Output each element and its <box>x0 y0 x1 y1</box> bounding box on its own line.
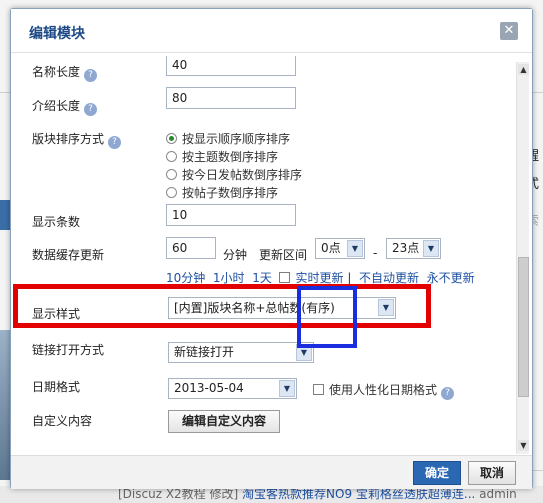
ok-button[interactable]: 确定 <box>413 461 461 485</box>
scroll-up-icon[interactable]: ▲ <box>518 64 529 75</box>
no-auto-update-link[interactable]: 不自动更新 <box>359 271 419 285</box>
cache-minutes-input[interactable]: 60 <box>166 237 216 259</box>
help-icon[interactable]: ? <box>84 103 98 116</box>
dialog-titlebar: 编辑模块 ✕ <box>11 9 532 53</box>
radio-icon[interactable] <box>166 169 177 180</box>
dialog-footer: 确定 取消 <box>11 455 532 489</box>
red-highlight-box <box>13 284 431 328</box>
quick-link-1day[interactable]: 1天 <box>252 271 272 285</box>
intro-length-input[interactable]: 80 <box>166 87 296 109</box>
range-to-select[interactable]: 23点 ▼ <box>386 238 441 259</box>
dialog-content: 名称长度? 40 介绍长度? 80 版块排序方式? 按显示顺序顺序排序 按主题数… <box>11 54 516 454</box>
sort-option[interactable]: 按显示顺序顺序排序 <box>166 130 290 147</box>
count-input[interactable]: 10 <box>166 204 296 226</box>
date-format-label: 日期格式 <box>32 380 81 394</box>
never-update-link[interactable]: 永不更新 <box>427 271 475 285</box>
help-icon[interactable]: ? <box>84 69 98 82</box>
chevron-down-icon[interactable]: ▼ <box>347 240 363 257</box>
cancel-button[interactable]: 取消 <box>468 461 516 485</box>
edit-module-dialog: 编辑模块 ✕ 名称长度? 40 介绍长度? 80 版块排序方式? 按显示顺序顺序… <box>10 8 533 489</box>
bg-bottom-link[interactable]: 淘宝客热款推荐NO9 宝莉格丝透肤超薄连... <box>242 487 475 501</box>
chevron-down-icon[interactable]: ▼ <box>279 380 295 397</box>
humanize-checkbox[interactable] <box>313 384 324 395</box>
date-format-select[interactable]: 2013-05-04 ▼ <box>168 378 297 399</box>
sort-option[interactable]: 按帖子数倒序排序 <box>166 184 278 201</box>
name-length-label: 名称长度? <box>32 63 98 82</box>
sort-option[interactable]: 按今日发帖数倒序排序 <box>166 166 302 183</box>
bg-bottom-tail: admin <box>479 487 517 501</box>
scroll-down-icon[interactable]: ▼ <box>518 440 529 451</box>
close-icon[interactable]: ✕ <box>500 22 518 40</box>
help-icon[interactable]: ? <box>108 136 122 149</box>
range-label: 更新区间 <box>259 248 308 262</box>
scrollbar-thumb[interactable] <box>518 257 529 397</box>
minutes-unit: 分钟 <box>223 248 248 262</box>
help-icon[interactable]: ? <box>441 387 455 400</box>
dialog-title: 编辑模块 <box>29 26 85 42</box>
realtime-checkbox[interactable] <box>279 272 291 283</box>
intro-length-label: 介绍长度? <box>32 97 98 116</box>
quick-link-10min[interactable]: 10分钟 <box>166 271 205 285</box>
sort-label: 版块排序方式? <box>32 130 122 149</box>
scrollbar[interactable]: ▲ ▼ <box>516 62 529 454</box>
radio-checked-icon[interactable] <box>166 133 177 144</box>
radio-icon[interactable] <box>166 187 177 198</box>
chevron-down-icon[interactable]: ▼ <box>423 240 439 257</box>
custom-content-label: 自定义内容 <box>32 414 93 428</box>
blue-highlight-box <box>297 286 357 348</box>
cache-label: 数据缓存更新 <box>32 248 105 262</box>
sort-option[interactable]: 按主题数倒序排序 <box>166 148 278 165</box>
link-open-select[interactable]: 新链接打开 ▼ <box>168 342 314 363</box>
count-label: 显示条数 <box>32 215 81 229</box>
name-length-input[interactable]: 40 <box>166 56 296 76</box>
humanize-date-option[interactable]: 使用人性化日期格式? <box>313 381 455 400</box>
range-from-select[interactable]: 0点 ▼ <box>315 238 365 259</box>
edit-custom-content-button[interactable]: 编辑自定义内容 <box>168 410 280 433</box>
realtime-link[interactable]: 实时更新 <box>295 271 343 285</box>
bg-bottom-text: [Discuz X2教程 修改] <box>118 487 239 501</box>
radio-icon[interactable] <box>166 151 177 162</box>
range-dash: - <box>373 246 378 260</box>
quick-link-1hour[interactable]: 1小时 <box>213 271 245 285</box>
link-open-label: 链接打开方式 <box>32 343 105 357</box>
